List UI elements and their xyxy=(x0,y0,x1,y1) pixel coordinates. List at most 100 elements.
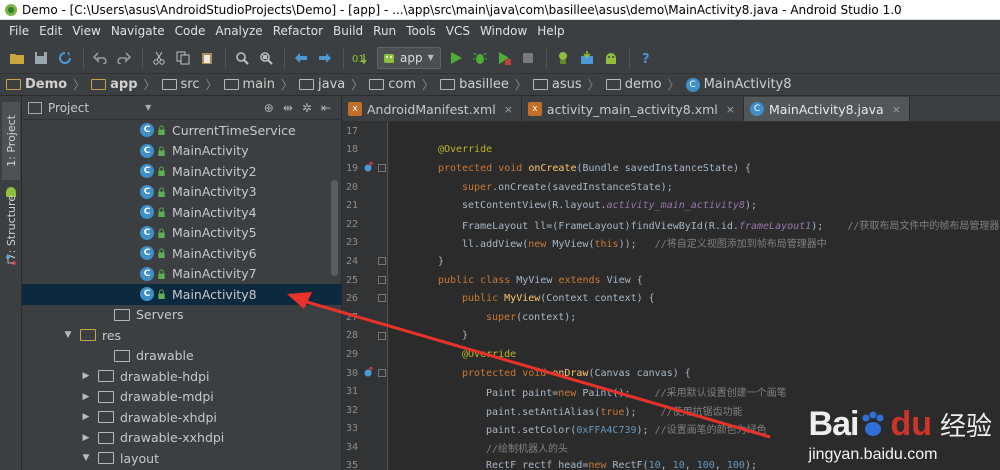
hide-panel-icon[interactable]: ⇤ xyxy=(321,101,331,115)
menu-item-help[interactable]: Help xyxy=(532,24,569,38)
code-token: )); xyxy=(618,239,655,251)
tree-item[interactable]: ▶ drawable-xhdpi xyxy=(22,407,342,428)
tree-item[interactable]: Servers xyxy=(22,305,342,326)
fold-toggle-icon[interactable] xyxy=(378,294,386,303)
target-icon[interactable]: ⊕ xyxy=(264,101,274,115)
collapse-arrow-icon[interactable]: ▶ xyxy=(80,392,92,402)
undo-icon[interactable] xyxy=(89,47,111,69)
breadcrumb-separator: 〉 xyxy=(514,78,527,92)
copy-icon[interactable] xyxy=(172,47,194,69)
close-icon[interactable]: × xyxy=(892,103,901,116)
tree-item[interactable]: drawable xyxy=(22,346,342,367)
tree-item[interactable]: ▶ drawable-hdpi xyxy=(22,366,342,387)
breadcrumb-item[interactable]: app xyxy=(91,77,138,92)
fold-toggle-icon[interactable] xyxy=(378,275,386,284)
stop-icon[interactable] xyxy=(517,47,539,69)
open-folder-icon[interactable] xyxy=(6,47,28,69)
expand-arrow-icon[interactable]: ▼ xyxy=(62,330,74,340)
tree-item[interactable]: C MainActivity2 xyxy=(22,161,342,182)
run-configuration-dropdown[interactable]: app ▼ xyxy=(377,46,441,69)
menu-item-run[interactable]: Run xyxy=(368,24,401,38)
lock-icon xyxy=(158,207,165,218)
editor-tab[interactable]: C MainActivity8.java × xyxy=(744,97,910,121)
replace-icon[interactable] xyxy=(255,47,277,69)
menu-item-analyze[interactable]: Analyze xyxy=(210,24,267,38)
tree-item[interactable]: C MainActivity4 xyxy=(22,202,342,223)
breadcrumb-item[interactable]: java xyxy=(299,77,345,92)
tree-item[interactable]: C MainActivity6 xyxy=(22,243,342,264)
project-tree-scrollbar[interactable] xyxy=(331,180,338,276)
fold-toggle-icon[interactable] xyxy=(378,331,386,340)
tree-item[interactable]: C MainActivity3 xyxy=(22,182,342,203)
collapse-arrow-icon[interactable]: ▶ xyxy=(80,371,92,381)
collapse-arrow-icon[interactable]: ▶ xyxy=(80,412,92,422)
menu-item-build[interactable]: Build xyxy=(328,24,368,38)
close-icon[interactable]: × xyxy=(726,103,735,116)
find-icon[interactable] xyxy=(231,47,253,69)
tree-item[interactable]: C MainActivity5 xyxy=(22,223,342,244)
breadcrumb-item[interactable]: src xyxy=(161,77,200,92)
menu-item-view[interactable]: View xyxy=(67,24,105,38)
tree-item-label: drawable xyxy=(136,348,194,364)
breadcrumb-item[interactable]: demo xyxy=(605,77,662,92)
breadcrumb-item[interactable]: asus xyxy=(532,77,582,92)
tree-item[interactable]: C CurrentTimeService xyxy=(22,120,342,141)
make-project-icon[interactable]: 01 xyxy=(349,47,371,69)
tree-item[interactable]: ▶ drawable-xxhdpi xyxy=(22,428,342,449)
breadcrumb-item[interactable]: main xyxy=(223,77,275,92)
cut-icon[interactable] xyxy=(148,47,170,69)
android-device-monitor-icon[interactable] xyxy=(600,47,622,69)
back-icon[interactable] xyxy=(290,47,312,69)
menu-item-code[interactable]: Code xyxy=(170,24,211,38)
tree-item[interactable]: ▼ layout xyxy=(22,448,342,469)
paste-icon[interactable] xyxy=(196,47,218,69)
tree-item[interactable]: C MainActivity xyxy=(22,141,342,162)
gear-icon[interactable]: ✲ xyxy=(302,101,312,115)
menu-item-refactor[interactable]: Refactor xyxy=(268,24,328,38)
collapse-all-icon[interactable]: ⇹ xyxy=(283,101,293,115)
redo-icon[interactable] xyxy=(113,47,135,69)
fold-toggle-icon[interactable] xyxy=(378,368,386,377)
collapse-arrow-icon[interactable]: ▶ xyxy=(80,433,92,443)
close-icon[interactable]: × xyxy=(504,103,513,116)
breadcrumb-item[interactable]: basillee xyxy=(440,77,509,92)
fold-toggle-icon[interactable] xyxy=(378,164,386,173)
code-line-text: Paint paint=new Paint(); //采用默认设置创建一个画笔 xyxy=(388,384,787,399)
line-number: 27 xyxy=(342,308,387,327)
tree-item[interactable]: ▶ drawable-mdpi xyxy=(22,387,342,408)
lock-icon xyxy=(158,248,165,259)
menu-item-navigate[interactable]: Navigate xyxy=(106,24,170,38)
tree-item[interactable]: C MainActivity8 xyxy=(22,284,342,305)
android-studio-icon xyxy=(5,3,17,16)
tree-item[interactable]: C MainActivity7 xyxy=(22,264,342,285)
sdk-manager-icon[interactable] xyxy=(576,47,598,69)
fold-toggle-icon[interactable] xyxy=(378,257,386,266)
menu-item-tools[interactable]: Tools xyxy=(401,24,441,38)
menu-item-edit[interactable]: Edit xyxy=(34,24,67,38)
debug-icon[interactable] xyxy=(469,47,491,69)
sync-icon[interactable] xyxy=(54,47,76,69)
tab-project[interactable]: 1: Project xyxy=(2,102,20,180)
save-icon[interactable] xyxy=(30,47,52,69)
tree-item[interactable]: ▼ res xyxy=(22,325,342,346)
breadcrumb-item[interactable]: Demo xyxy=(6,77,67,92)
breadcrumb-item[interactable]: C MainActivity8 xyxy=(685,77,792,92)
breadcrumb-item[interactable]: com xyxy=(369,77,416,92)
structure-icon xyxy=(2,252,20,268)
project-view-selector[interactable]: Project xyxy=(48,101,89,115)
chevron-down-icon[interactable]: ▼ xyxy=(145,103,151,112)
editor-tab[interactable]: x AndroidManifest.xml × xyxy=(342,97,522,121)
forward-icon[interactable] xyxy=(314,47,336,69)
run-icon[interactable] xyxy=(445,47,467,69)
menu-item-vcs[interactable]: VCS xyxy=(441,24,475,38)
editor-tab[interactable]: x activity_main_activity8.xml × xyxy=(522,97,744,121)
menu-item-window[interactable]: Window xyxy=(475,24,532,38)
help-icon[interactable]: ? xyxy=(635,47,657,69)
line-number-text: 17 xyxy=(346,125,359,137)
override-marker-icon[interactable] xyxy=(364,162,374,172)
avd-manager-icon[interactable] xyxy=(552,47,574,69)
expand-arrow-icon[interactable]: ▼ xyxy=(80,453,92,463)
coverage-icon[interactable] xyxy=(493,47,515,69)
override-marker-icon[interactable] xyxy=(364,366,374,377)
menu-item-file[interactable]: File xyxy=(4,24,34,38)
